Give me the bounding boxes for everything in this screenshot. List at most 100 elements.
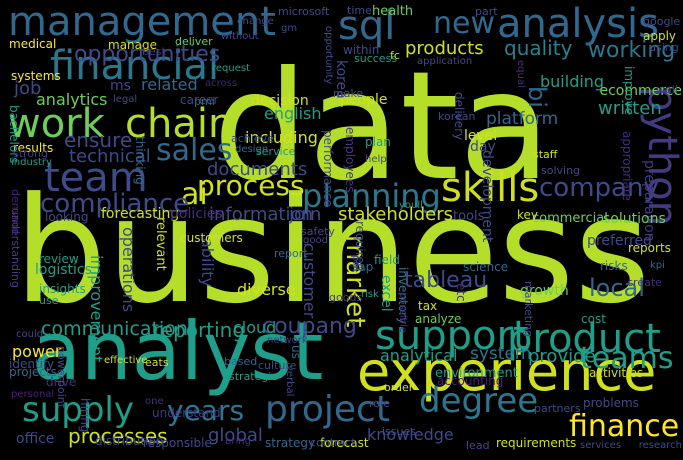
- word-understand: understand: [152, 406, 221, 420]
- word-commercial: commercial: [532, 211, 608, 226]
- word-based: based: [224, 355, 258, 368]
- word-join: join: [289, 204, 322, 225]
- word-operations: operations: [119, 227, 139, 313]
- word-policies: policies: [170, 206, 223, 222]
- word-verbal: verbal: [284, 365, 295, 397]
- word-risk: risk: [361, 289, 379, 300]
- word-risks: risks: [600, 259, 628, 273]
- word-cost: cost: [581, 312, 606, 326]
- word-review: review: [39, 252, 79, 266]
- word-key: key: [517, 208, 539, 222]
- word-appropriate: appropriate: [619, 131, 634, 201]
- word-youll: youll: [399, 200, 423, 211]
- word-kpi: kpi: [650, 260, 665, 271]
- word-strategic: strategic: [229, 370, 278, 383]
- word-research: research: [638, 440, 682, 451]
- word-relevant: relevant: [152, 217, 168, 271]
- word-requirements: requirements: [496, 436, 577, 450]
- word-reporting: reporting: [153, 318, 246, 342]
- word-industry: industry: [11, 157, 52, 168]
- word-contract: contract: [310, 436, 356, 449]
- word-powerpoint: powerpoint: [54, 346, 68, 409]
- word-ability: ability: [198, 238, 218, 288]
- word-performance: performance: [320, 130, 335, 207]
- word-personal: personal: [11, 389, 55, 400]
- word-tax: tax: [418, 299, 438, 313]
- word-legal: legal: [113, 94, 138, 105]
- word-effective: effective: [104, 355, 148, 366]
- word-help: help: [365, 154, 387, 165]
- word-improve: improve: [621, 66, 636, 116]
- word-well: well: [656, 83, 678, 96]
- word-request: request: [212, 63, 251, 74]
- word-improvement: improvement: [87, 255, 107, 363]
- word-across: across: [205, 78, 238, 89]
- word-google: google: [643, 15, 681, 28]
- word-delivery: delivery: [451, 92, 466, 141]
- word-marketing: marketing: [521, 281, 535, 338]
- word-microsoft: microsoft: [278, 5, 330, 18]
- word-best: best: [142, 45, 166, 58]
- word-thinking: thinking: [132, 136, 147, 185]
- word-gm: gm: [281, 23, 298, 34]
- word-application: application: [417, 56, 473, 67]
- word-tools: tools: [453, 209, 485, 224]
- word-development: development: [478, 150, 495, 243]
- word-lead: lead: [466, 439, 490, 452]
- word-responsible: responsible: [143, 436, 212, 450]
- word-level: level: [464, 128, 498, 144]
- word-achieve: achieve: [231, 132, 274, 145]
- word-office: office: [16, 431, 55, 447]
- word-using: using: [649, 41, 679, 54]
- word-plan: plan: [365, 135, 391, 149]
- word-could: could: [16, 329, 44, 340]
- word-related: related: [141, 75, 198, 94]
- word-make: make: [333, 87, 364, 100]
- word-us: us: [288, 345, 303, 359]
- word-analytical: analytical: [380, 346, 458, 365]
- word-preferred: preferred: [587, 233, 652, 249]
- word-medical: medical: [9, 37, 57, 51]
- word-role: role: [369, 397, 390, 410]
- word-strategy: strategy: [265, 436, 316, 450]
- word-fc: fc: [390, 49, 400, 62]
- word-part: part: [475, 5, 498, 18]
- word-goods: goods: [329, 291, 363, 304]
- word-bring: bring: [225, 436, 251, 447]
- word-change: change: [237, 16, 274, 27]
- word-provide: provide: [528, 346, 596, 367]
- word-science: science: [463, 260, 509, 274]
- word-deliver: deliver: [175, 35, 213, 48]
- word-finance: finance: [569, 409, 680, 444]
- word-preparation: preparation: [640, 160, 657, 242]
- word-without: without: [221, 31, 259, 42]
- word-excel: excel: [377, 275, 394, 312]
- word-ms: ms: [110, 78, 131, 94]
- word-customers: customers: [180, 231, 243, 245]
- word-create: create: [627, 276, 662, 289]
- word-field: field: [374, 253, 400, 267]
- word-health: health: [372, 4, 414, 19]
- word-problems: problems: [583, 396, 639, 410]
- word-degree: degree: [419, 381, 539, 421]
- word-eats: eats: [145, 356, 169, 369]
- word-service: service: [256, 145, 296, 158]
- word-opportunity: opportunity: [323, 26, 334, 85]
- word-documents: documents: [207, 159, 308, 180]
- word-issues: issues: [382, 425, 416, 438]
- word-services: services: [580, 440, 622, 451]
- word-looking: looking: [45, 210, 89, 224]
- word-hiring: hiring: [77, 398, 92, 433]
- word-possible: possible: [397, 292, 408, 333]
- word-partners: partners: [534, 402, 581, 415]
- word-etc: etc: [453, 283, 468, 302]
- word-equal: equal: [515, 60, 526, 88]
- word-quality: quality: [504, 36, 573, 60]
- word-employees: employees: [342, 127, 357, 193]
- word-staff: staff: [533, 148, 558, 161]
- word-analytics: analytics: [36, 90, 108, 109]
- word-order: order: [384, 381, 414, 394]
- word-building: building: [540, 72, 605, 91]
- word-accounting: accounting: [437, 374, 504, 388]
- word-pm: pm: [350, 255, 361, 272]
